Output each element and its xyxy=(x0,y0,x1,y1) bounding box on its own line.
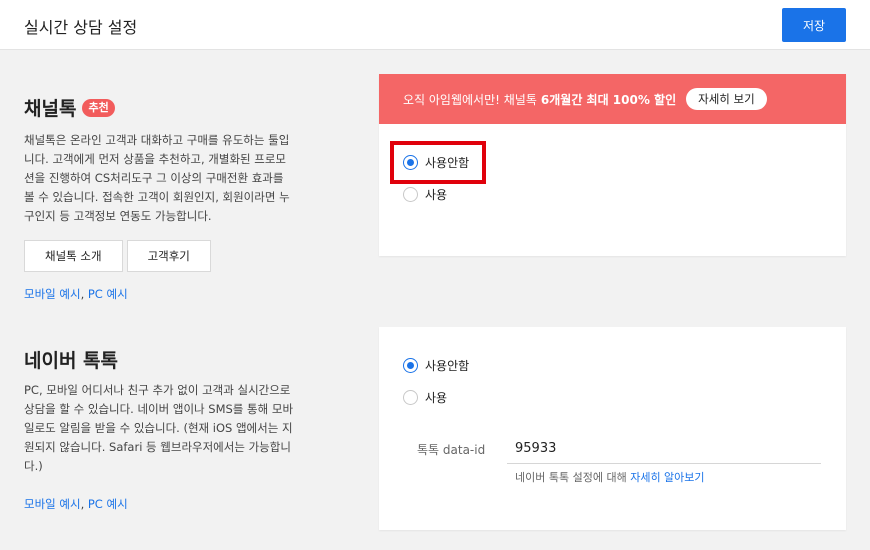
naver-pc-example-link[interactable]: PC 예시 xyxy=(88,497,128,511)
naver-info: 네이버 톡톡 PC, 모바일 어디서나 친구 추가 없이 고객과 실시간으로 상… xyxy=(24,346,294,512)
promo-details-button[interactable]: 자세히 보기 xyxy=(686,88,767,110)
link-separator: , xyxy=(80,287,85,301)
naver-title: 네이버 톡톡 xyxy=(24,346,294,373)
customer-review-button[interactable]: 고객후기 xyxy=(126,240,211,272)
radio-empty-icon[interactable] xyxy=(403,390,418,405)
naver-help-text: 네이버 톡톡 설정에 대해 자세히 알아보기 xyxy=(515,469,705,485)
promo-highlight: 6개월간 최대 100% 할인 xyxy=(540,92,677,107)
channeltalk-options: 사용안함 사용 xyxy=(379,124,846,256)
naver-example-links: 모바일 예시, PC 예시 xyxy=(24,496,294,512)
channeltalk-description: 채널톡은 온라인 고객과 대화하고 구매를 유도하는 툴입니다. 고객에게 먼저… xyxy=(24,133,290,223)
option-label: 사용안함 xyxy=(425,359,470,373)
channeltalk-intro-button[interactable]: 채널톡 소개 xyxy=(24,240,123,272)
input-underline xyxy=(507,463,821,464)
highlight-box xyxy=(390,141,486,184)
option-label: 사용 xyxy=(425,188,448,202)
channeltalk-pc-example-link[interactable]: PC 예시 xyxy=(88,287,128,301)
learn-more-link[interactable]: 자세히 알아보기 xyxy=(630,471,704,484)
naver-option-disable[interactable]: 사용안함 xyxy=(403,357,469,374)
recommend-badge: 추천 xyxy=(82,98,115,117)
top-bar: 실시간 상담 설정 저장 xyxy=(0,0,870,50)
channeltalk-example-links: 모바일 예시, PC 예시 xyxy=(24,286,294,302)
naver-option-enable[interactable]: 사용 xyxy=(403,389,447,406)
channeltalk-title-text: 채널톡 xyxy=(24,98,77,120)
page-title: 실시간 상담 설정 xyxy=(24,18,138,37)
help-text: 네이버 톡톡 설정에 대해 xyxy=(515,471,627,484)
radio-selected-icon[interactable] xyxy=(403,358,418,373)
promo-text: 오직 아임웹에서만! 채널톡 xyxy=(403,92,537,107)
channeltalk-option-enable[interactable]: 사용 xyxy=(403,186,447,203)
channeltalk-card: 오직 아임웹에서만! 채널톡 6개월간 최대 100% 할인 자세히 보기 사용… xyxy=(379,74,846,256)
channeltalk-title: 채널톡 추천 xyxy=(24,94,294,121)
talktalk-data-id-input[interactable]: 95933 xyxy=(515,441,556,456)
naver-card: 사용안함 사용 톡톡 data-id 95933 네이버 톡톡 설정에 대해 자… xyxy=(379,327,846,530)
save-button[interactable]: 저장 xyxy=(782,8,846,42)
link-separator: , xyxy=(80,497,85,511)
naver-title-text: 네이버 톡톡 xyxy=(24,350,119,372)
option-label: 사용 xyxy=(425,391,448,405)
promo-banner: 오직 아임웹에서만! 채널톡 6개월간 최대 100% 할인 자세히 보기 xyxy=(379,74,846,124)
naver-description: PC, 모바일 어디서나 친구 추가 없이 고객과 실시간으로 상담을 할 수 … xyxy=(24,383,294,473)
naver-mobile-example-link[interactable]: 모바일 예시 xyxy=(24,497,81,511)
radio-empty-icon[interactable] xyxy=(403,187,418,202)
talktalk-data-id-label: 톡톡 data-id xyxy=(417,443,486,457)
channeltalk-buttons: 채널톡 소개 고객후기 xyxy=(24,240,294,272)
channeltalk-mobile-example-link[interactable]: 모바일 예시 xyxy=(24,287,81,301)
channeltalk-info: 채널톡 추천 채널톡은 온라인 고객과 대화하고 구매를 유도하는 툴입니다. … xyxy=(24,94,294,302)
